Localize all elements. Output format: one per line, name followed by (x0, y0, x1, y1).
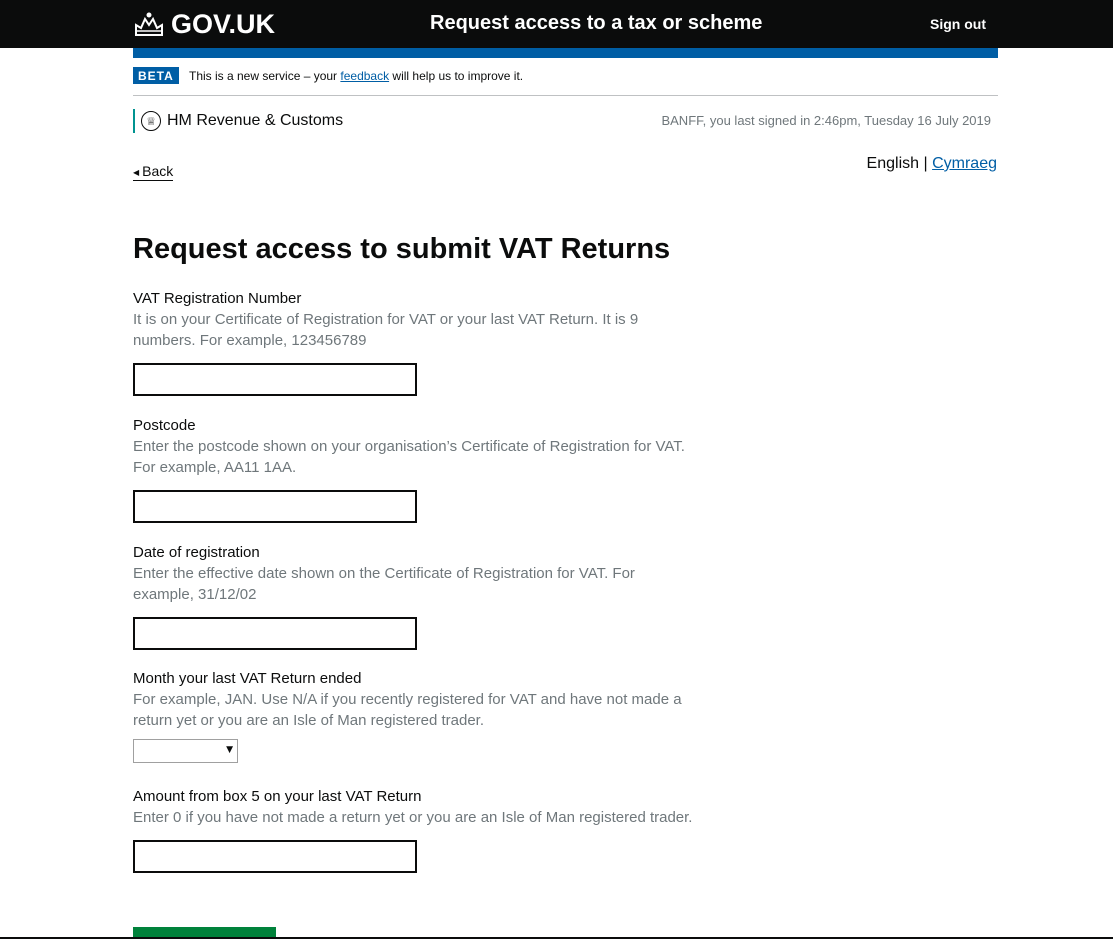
lang-cymraeg-link[interactable]: Cymraeg (932, 155, 997, 172)
triangle-down-icon: ▼ (226, 745, 233, 755)
page-title: Request access to submit VAT Returns (133, 233, 671, 265)
header-stripe (133, 48, 998, 58)
reg-date-hint: Enter the effective date shown on the Ce… (133, 565, 635, 603)
box5-input[interactable] (133, 840, 417, 873)
reg-date-label: Date of registration (133, 544, 260, 561)
crown-icon (135, 12, 163, 36)
phase-text-before: This is a new service – your (189, 69, 341, 83)
phase-banner-text: This is a new service – your feedback wi… (189, 69, 523, 83)
lang-current: English (866, 155, 920, 172)
department-name: HM Revenue & Customs (167, 112, 344, 129)
box5-label: Amount from box 5 on your last VAT Retur… (133, 788, 422, 805)
postcode-hint: Enter the postcode shown on your organis… (133, 438, 685, 476)
phase-tag: BETA (133, 67, 179, 84)
brand-text: GOV.UK (171, 9, 276, 39)
phase-banner: BETA This is a new service – your feedba… (133, 66, 998, 96)
header-bar: GOV.UK Request access to a tax or scheme… (0, 0, 1113, 48)
lang-separator: | (923, 155, 928, 172)
postcode-input[interactable] (133, 490, 417, 523)
last-month-select[interactable]: ▼ (133, 739, 238, 763)
sign-out-link[interactable]: Sign out (930, 16, 986, 32)
postcode-label: Postcode (133, 417, 196, 434)
hmrc-crest-icon: ♕ (141, 111, 161, 131)
back-link[interactable]: ◀ Back (133, 163, 174, 181)
service-name[interactable]: Request access to a tax or scheme (430, 12, 762, 35)
box5-field-group: Amount from box 5 on your last VAT Retur… (133, 787, 693, 873)
vrn-field-group: VAT Registration Number It is on your Ce… (133, 289, 693, 396)
language-toggle: English | Cymraeg (867, 155, 997, 173)
phase-text-after: will help us to improve it. (389, 69, 524, 83)
back-label: Back (142, 163, 174, 179)
last-month-label: Month your last VAT Return ended (133, 670, 362, 687)
postcode-field-group: Postcode Enter the postcode shown on you… (133, 416, 693, 523)
vrn-input[interactable] (133, 363, 417, 396)
feedback-link[interactable]: feedback (340, 69, 389, 83)
box5-hint: Enter 0 if you have not made a return ye… (133, 809, 693, 826)
last-month-field-group: Month your last VAT Return ended For exa… (133, 669, 693, 763)
vrn-hint: It is on your Certificate of Registratio… (133, 311, 639, 349)
vrn-label: VAT Registration Number (133, 290, 302, 307)
department-banner: ♕ HM Revenue & Customs (133, 109, 343, 133)
reg-date-input[interactable] (133, 617, 417, 650)
triangle-left-icon: ◀ (133, 167, 140, 177)
govuk-logo-link[interactable]: GOV.UK (133, 9, 275, 40)
last-month-hint: For example, JAN. Use N/A if you recentl… (133, 691, 682, 729)
reg-date-field-group: Date of registration Enter the effective… (133, 543, 693, 650)
last-signed-in: BANFF, you last signed in 2:46pm, Tuesda… (661, 113, 991, 128)
